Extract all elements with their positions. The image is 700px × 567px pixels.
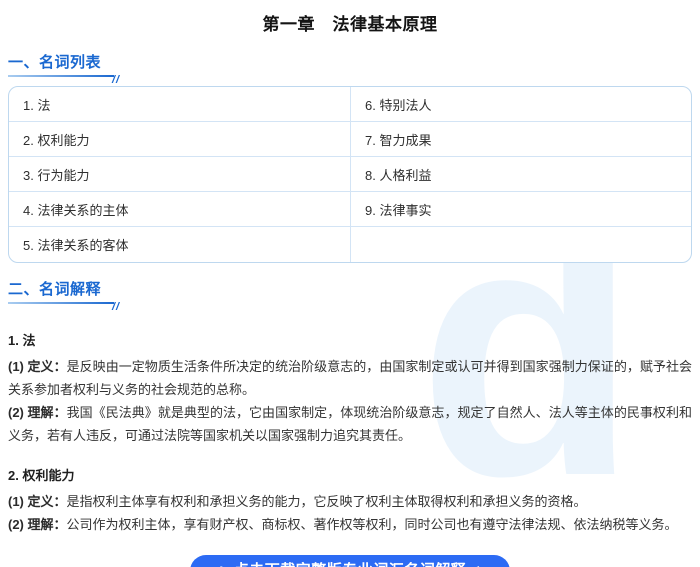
download-button[interactable]: > 点击下载完整版专业词汇名词解释 < (189, 555, 511, 567)
section2-heading: 二、名词解释 (8, 281, 102, 298)
section1-heading-block: 一、名词列表 // (8, 51, 138, 86)
section1-heading: 一、名词列表 (8, 54, 102, 71)
section2-heading-block: 二、名词解释 // (8, 278, 138, 313)
note-label: (2) 理解： (8, 405, 67, 420)
table-cell: 5. 法律关系的客体 (23, 238, 129, 253)
note-text: 我国《民法典》就是典型的法，它由国家制定，体现统治阶级意志，规定了自然人、法人等… (8, 405, 692, 443)
slashes-decoration-icon: // (112, 74, 121, 86)
definition-text: 是反映由一定物质生活条件所决定的统治阶级意志的，由国家制定或认可并得到国家强制力… (8, 359, 692, 397)
term-definition: (1) 定义：是指权利主体享有权利和承担义务的能力，它反映了权利主体取得权利和承… (8, 490, 692, 513)
term-entry: 2. 权利能力 (1) 定义：是指权利主体享有权利和承担义务的能力，它反映了权利… (8, 465, 692, 536)
term-note: (2) 理解：公司作为权利主体，享有财产权、商标权、著作权等权利，同时公司也有遵… (8, 513, 692, 536)
term-definition: (1) 定义：是反映由一定物质生活条件所决定的统治阶级意志的，由国家制定或认可并… (8, 355, 692, 401)
definition-text: 是指权利主体享有权利和承担义务的能力，它反映了权利主体取得权利和承担义务的资格。 (66, 494, 587, 509)
table-cell: 8. 人格利益 (350, 157, 691, 192)
table-cell: 1. 法 (9, 87, 350, 122)
page-content: 第一章 法律基本原理 一、名词列表 // 1. 法 2. 权利能力 3. 行为能… (0, 0, 700, 567)
table-cell: 9. 法律事实 (350, 192, 691, 227)
table-cell: 3. 行为能力 (9, 157, 350, 192)
definition-label: (1) 定义： (8, 359, 67, 374)
note-text: 公司作为权利主体，享有财产权、商标权、著作权等权利，同时公司也有遵守法律法规、依… (66, 517, 678, 532)
table-cell: 4. 法律关系的主体 (9, 192, 350, 227)
slashes-decoration-icon: // (112, 301, 121, 313)
term-title: 1. 法 (8, 333, 36, 348)
table-cell: 6. 特别法人 (350, 87, 691, 122)
terms-table: 1. 法 2. 权利能力 3. 行为能力 4. 法律关系的主体 5. 法律关系的… (8, 86, 692, 263)
table-cell: 2. 权利能力 (9, 122, 350, 157)
page-title: 第一章 法律基本原理 (262, 15, 438, 34)
footer: > 点击下载完整版专业词汇名词解释 < (8, 555, 692, 567)
definition-label: (1) 定义： (8, 494, 67, 509)
table-cell (350, 227, 691, 262)
note-label: (2) 理解： (8, 517, 67, 532)
section1-underline: // (8, 74, 119, 86)
term-title: 2. 权利能力 (8, 468, 75, 483)
section2-underline: // (8, 301, 119, 313)
table-cell: 7. 智力成果 (350, 122, 691, 157)
term-entry: 1. 法 (1) 定义：是反映由一定物质生活条件所决定的统治阶级意志的，由国家制… (8, 330, 692, 447)
term-note: (2) 理解：我国《民法典》就是典型的法，它由国家制定，体现统治阶级意志，规定了… (8, 401, 692, 447)
